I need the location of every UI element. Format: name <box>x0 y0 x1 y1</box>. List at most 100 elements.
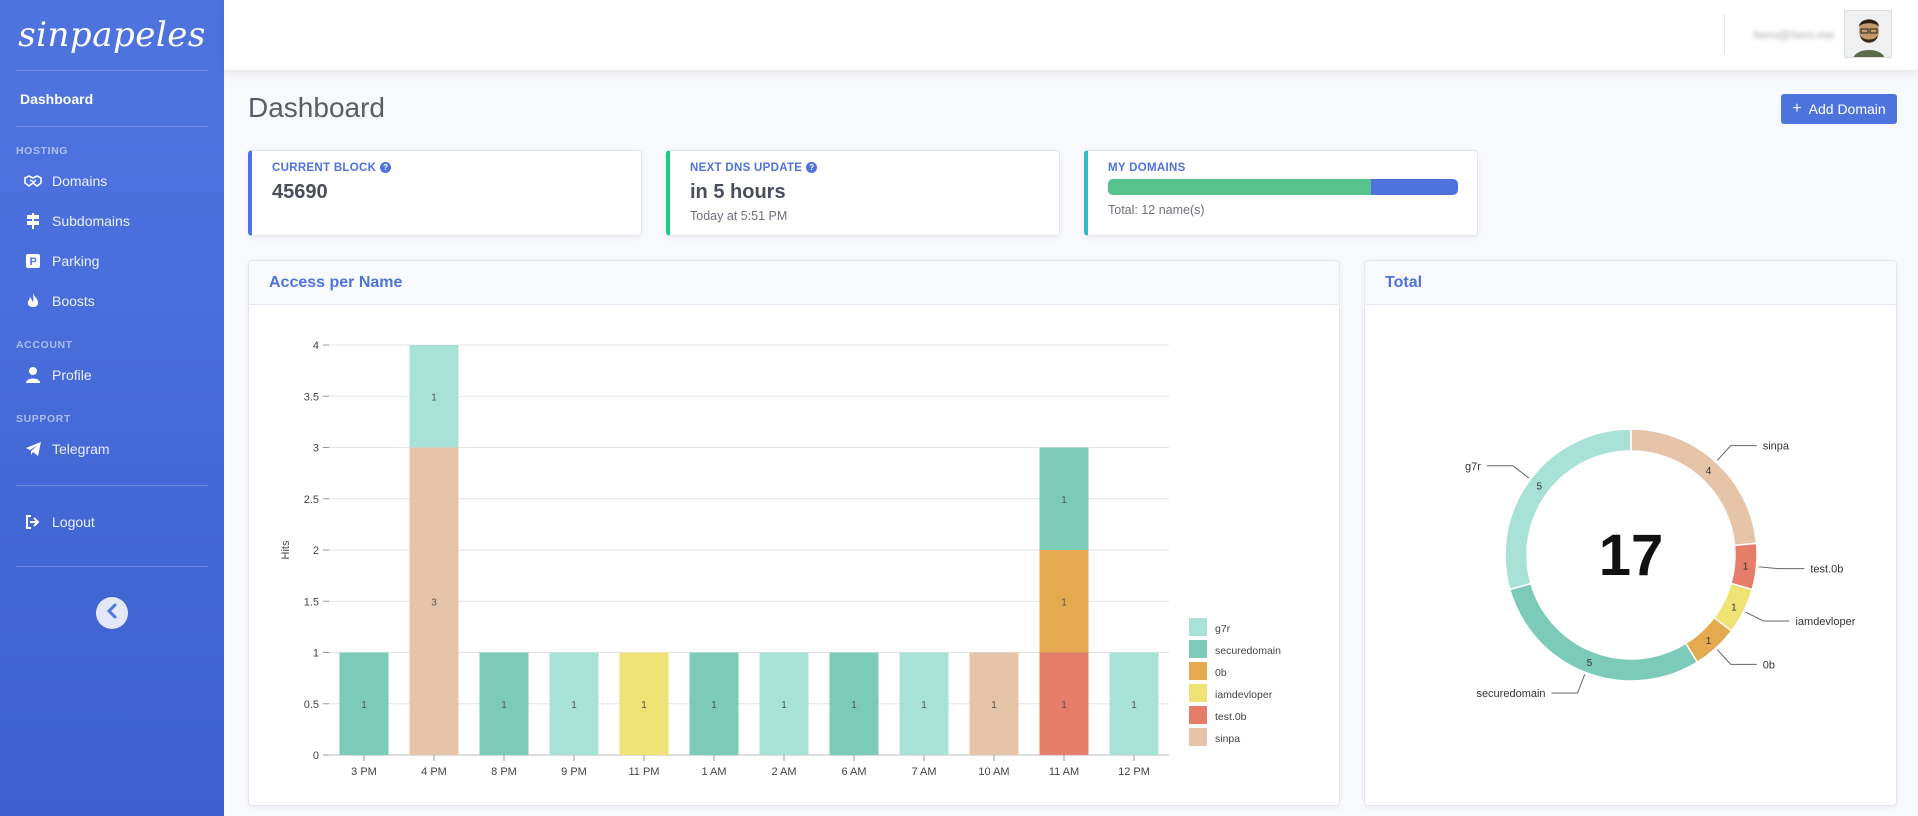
my-domains-card: MY DOMAINS Total: 12 name(s) <box>1084 150 1478 236</box>
access-per-name-card: Access per Name 0 0.5 1 1.5 2 2.5 3 3.5 4 Hits 3 P… <box>248 260 1340 806</box>
sidebar-item-logout[interactable]: Logout <box>0 502 224 542</box>
flame-icon <box>24 293 42 309</box>
current-block-label: CURRENT BLOCK? <box>272 162 392 174</box>
legend-swatch <box>1189 662 1207 680</box>
svg-text:P: P <box>30 256 37 268</box>
sidebar-item-label: Profile <box>52 367 92 383</box>
x-tick-label: 2 AM <box>771 766 796 778</box>
sidebar-heading-account: ACCOUNT <box>16 339 73 351</box>
donut-slice <box>1508 582 1699 682</box>
sidebar-item-label: Telegram <box>52 441 110 457</box>
y-tick-label: 3 <box>313 443 319 455</box>
bar-data-label: 1 <box>571 700 577 711</box>
plus-icon: + <box>1792 100 1802 117</box>
sidebar-item-boosts[interactable]: Boosts <box>0 281 224 321</box>
bar-data-label: 1 <box>431 392 437 403</box>
bar-data-label: 1 <box>641 700 647 711</box>
bar-data-label: 1 <box>1131 700 1137 711</box>
help-icon[interactable]: ? <box>806 162 818 173</box>
slice-value-label: 5 <box>1587 658 1593 669</box>
user-name[interactable]: hero@hero.me <box>1754 28 1834 42</box>
next-dns-update-card: NEXT DNS UPDATE? in 5 hours Today at 5:5… <box>666 150 1060 236</box>
slice-name-label: test.0b <box>1810 564 1843 576</box>
leader-line <box>1758 566 1805 570</box>
x-tick-label: 6 AM <box>841 766 866 778</box>
current-block-value: 45690 <box>272 181 328 203</box>
topbar-divider <box>1724 14 1725 54</box>
slice-value-label: 5 <box>1536 482 1542 493</box>
x-tick-label: 8 PM <box>491 766 517 778</box>
slice-name-label: 0b <box>1763 659 1775 671</box>
legend-label: securedomain <box>1215 645 1281 657</box>
bar-data-label: 3 <box>431 597 437 608</box>
x-tick-label: 11 PM <box>629 766 660 778</box>
legend-label: iamdevloper <box>1215 689 1273 701</box>
y-tick-label: 3.5 <box>304 391 319 403</box>
sidebar-item-label: Logout <box>52 514 95 530</box>
chevron-left-icon <box>105 603 119 624</box>
y-tick-label: 0.5 <box>304 699 319 711</box>
sidebar: sinpapeles Dashboard HOSTING Domains Sub… <box>0 0 224 816</box>
handshake-icon <box>24 175 42 187</box>
access-bar-chart: 0 0.5 1 1.5 2 2.5 3 3.5 4 Hits 3 PM 1 4 PM 3 1 8 PM 1 9 P… <box>280 340 1281 778</box>
y-tick-label: 1.5 <box>304 596 319 608</box>
bar-data-label: 1 <box>781 700 787 711</box>
next-dns-update-time: Today at 5:51 PM <box>690 209 788 223</box>
bar-data-label: 1 <box>1061 495 1067 506</box>
sidebar-item-parking[interactable]: P Parking <box>0 241 224 281</box>
slice-name-label: sinpa <box>1763 441 1790 453</box>
x-tick-label: 10 AM <box>978 766 1009 778</box>
sidebar-item-profile[interactable]: Profile <box>0 355 224 395</box>
x-tick-label: 11 AM <box>1049 766 1079 778</box>
paper-plane-icon <box>24 442 42 456</box>
domains-progress-fill <box>1108 179 1371 195</box>
bar-data-label: 1 <box>991 700 997 711</box>
sidebar-item-label: Boosts <box>52 293 95 309</box>
legend-label: sinpa <box>1215 733 1240 745</box>
leader-line <box>1716 649 1757 665</box>
add-domain-label: Add Domain <box>1808 101 1886 117</box>
slice-value-label: 4 <box>1706 466 1712 477</box>
slice-value-label: 1 <box>1706 636 1712 647</box>
sidebar-heading-support: SUPPORT <box>16 413 71 425</box>
card-title: Access per Name <box>249 261 1339 305</box>
donut-center-label: 17 <box>1599 523 1664 588</box>
x-tick-label: 12 PM <box>1118 766 1150 778</box>
sidebar-heading-hosting: HOSTING <box>16 145 69 157</box>
leader-line <box>1716 445 1757 461</box>
add-domain-button[interactable]: + Add Domain <box>1781 94 1897 124</box>
divider <box>16 566 208 567</box>
y-tick-label: 2.5 <box>304 494 319 506</box>
bar-data-label: 1 <box>361 700 367 711</box>
sidebar-item-label: Domains <box>52 173 108 189</box>
sidebar-item-subdomains[interactable]: Subdomains <box>0 201 224 241</box>
sidebar-toggle-button[interactable] <box>96 597 128 629</box>
bar-data-label: 1 <box>1061 597 1067 608</box>
domains-progress-bar <box>1108 179 1458 195</box>
slice-value-label: 1 <box>1731 602 1737 613</box>
current-block-card: CURRENT BLOCK? 45690 <box>248 150 642 236</box>
help-icon[interactable]: ? <box>380 162 392 173</box>
y-tick-label: 1 <box>313 648 319 660</box>
y-axis-label: Hits <box>280 540 292 559</box>
my-domains-label: MY DOMAINS <box>1108 162 1186 174</box>
x-tick-label: 7 AM <box>911 766 936 778</box>
x-tick-label: 3 PM <box>351 766 377 778</box>
parking-icon: P <box>24 254 42 268</box>
total-donut-chart: 4 sinpa 1 test.0b 1 iamdevloper 1 0b 5 securedoma… <box>1465 428 1856 700</box>
sidebar-item-domains[interactable]: Domains <box>0 161 224 201</box>
legend-swatch <box>1189 706 1207 724</box>
sidebar-item-dashboard[interactable]: Dashboard <box>0 71 224 126</box>
legend-swatch <box>1189 618 1207 636</box>
bar-data-label: 1 <box>711 700 717 711</box>
page-title: Dashboard <box>248 92 385 123</box>
avatar[interactable] <box>1844 10 1892 58</box>
card-title: Total <box>1365 261 1896 305</box>
legend-swatch <box>1189 640 1207 658</box>
sidebar-item-telegram[interactable]: Telegram <box>0 429 224 469</box>
bar-data-label: 1 <box>1061 700 1067 711</box>
bar-data-label: 1 <box>851 700 857 711</box>
sign-out-icon <box>24 515 42 529</box>
legend-label: 0b <box>1215 667 1227 679</box>
brand-logo[interactable]: sinpapeles <box>0 0 224 70</box>
